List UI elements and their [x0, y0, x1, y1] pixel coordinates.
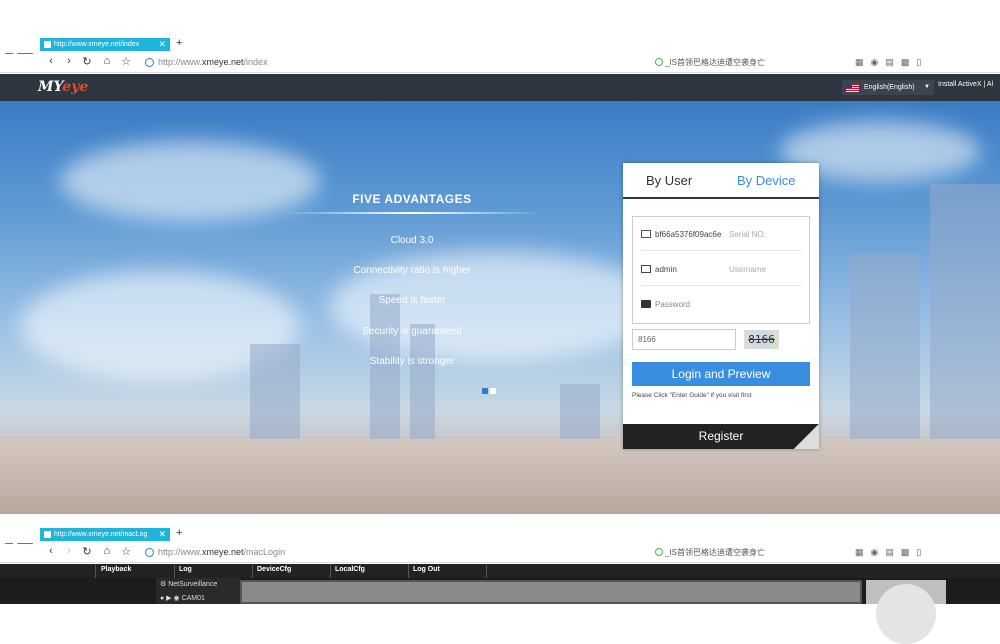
tab-bar: http://www.xmeye.net/macLog ✕ + [0, 526, 1000, 543]
back-icon[interactable]: ‹ [44, 55, 58, 67]
globe-icon [145, 548, 154, 557]
browser-tab[interactable]: http://www.xmeye.net/index ✕ [40, 38, 170, 51]
tab-by-user[interactable]: By User [646, 173, 692, 188]
new-tab-button[interactable]: + [176, 527, 182, 539]
tab-favicon-icon [44, 531, 51, 538]
menu-logout[interactable]: Log Out [413, 566, 440, 573]
carousel-dot-active[interactable] [482, 388, 488, 394]
captcha-image[interactable]: 8166 [744, 330, 779, 349]
username-value: admin [655, 265, 677, 274]
language-select[interactable]: English(English) ▼ [842, 80, 934, 95]
guide-hint: Please Click "Enter Guide" if you visit … [632, 392, 752, 399]
tab-by-device[interactable]: By Device [737, 173, 796, 188]
home-icon[interactable]: ⌂ [100, 545, 114, 557]
grid-icon[interactable]: ▦ [855, 57, 864, 68]
login-fields: bf66a5376f09ac6e Serial NO. admin Userna… [632, 216, 810, 324]
menu-localcfg[interactable]: LocalCfg [335, 566, 365, 573]
password-placeholder: Password [655, 300, 691, 309]
advantages-title: FIVE ADVANTAGES [352, 192, 472, 206]
us-flag-icon [846, 84, 859, 92]
tab-title: http://www.xmeye.net/macLog [54, 531, 148, 538]
title-divider [282, 212, 542, 214]
toolbar-icons: ▦ ◉ ▤ ▩ ▯ [855, 57, 928, 68]
carousel-dot[interactable] [490, 388, 496, 394]
browser-tab[interactable]: http://www.xmeye.net/macLog ✕ [40, 528, 170, 541]
address-bar: ‹ › ↻ ⌂ ☆ http://www.xmeye.net/macLogin … [0, 544, 1000, 563]
refresh-icon[interactable]: ↻ [80, 55, 94, 68]
search-engine-icon [655, 548, 663, 556]
tab-bar: http://www.xmeye.net/index ✕ + [0, 36, 1000, 53]
url-field[interactable]: http://www.xmeye.net/index [158, 57, 268, 67]
extensions-icon[interactable]: ▯ [916, 57, 921, 68]
tab-close-icon[interactable]: ✕ [158, 528, 166, 541]
advantage-item: Cloud 3.0 [390, 235, 434, 246]
folder-icon[interactable]: ▩ [901, 57, 910, 68]
star-icon[interactable]: ☆ [119, 545, 133, 558]
serial-placeholder: Serial NO. [729, 230, 766, 239]
address-bar: ‹ › ↻ ⌂ ☆ http://www.xmeye.net/index _IS… [0, 54, 1000, 73]
new-tab-button[interactable]: + [176, 37, 182, 49]
serial-field[interactable]: bf66a5376f09ac6e Serial NO. [641, 217, 801, 251]
advantage-item: Speed is faster [378, 295, 446, 306]
pdf-icon[interactable]: ▤ [885, 57, 894, 68]
lock-icon [641, 300, 651, 308]
captcha-input[interactable]: 8166 [632, 329, 736, 350]
advantage-item: Security is guaranteed [362, 326, 462, 337]
advantage-item: Connectivity ratio is higher [353, 265, 471, 276]
camera-item[interactable]: ● ▶ ◉ CAM01 [160, 594, 205, 602]
back-icon[interactable]: ‹ [44, 545, 58, 557]
forward-icon[interactable]: › [62, 545, 76, 557]
extensions-icon[interactable]: ▯ [916, 547, 921, 558]
tab-favicon-icon [44, 41, 51, 48]
url-field[interactable]: http://www.xmeye.net/macLogin [158, 547, 285, 557]
tab-title: http://www.xmeye.net/index [54, 41, 140, 48]
star-icon[interactable]: ☆ [119, 55, 133, 68]
shield-icon[interactable]: ◉ [871, 547, 879, 558]
chevron-down-icon: ▼ [924, 84, 930, 90]
qr-code-icon [641, 230, 651, 238]
xmeye-logo[interactable]: MYeye [38, 79, 88, 95]
login-preview-button[interactable]: Login and Preview [632, 362, 810, 386]
tab-close-icon[interactable]: ✕ [158, 38, 166, 51]
tree-root[interactable]: ⚙ NetSurveillance [160, 580, 217, 588]
carousel-dots [482, 381, 498, 399]
home-icon[interactable]: ⌂ [100, 55, 114, 67]
app-menu-bar: Playback Log DeviceCfg LocalCfg Log Out [0, 564, 1000, 578]
refresh-icon[interactable]: ↻ [80, 545, 94, 558]
shield-icon[interactable]: ◉ [871, 57, 879, 68]
serial-value: bf66a5376f09ac6e [655, 230, 722, 239]
monitor-icon [641, 265, 651, 273]
username-field[interactable]: admin Username [641, 252, 801, 286]
grid-icon[interactable]: ▦ [855, 547, 864, 558]
qr-corner-icon[interactable] [794, 424, 819, 449]
language-label: English(English) [864, 84, 915, 91]
globe-icon [145, 58, 154, 67]
menu-playback[interactable]: Playback [101, 566, 131, 573]
search-suggestion[interactable]: _IS首领巴格达迪遭空袭身亡 [655, 547, 765, 558]
hero-banner: FIVE ADVANTAGES Cloud 3.0 Connectivity r… [0, 101, 1000, 514]
menu-log[interactable]: Log [179, 566, 192, 573]
forward-icon[interactable]: › [62, 55, 76, 67]
password-field[interactable]: Password [641, 287, 801, 321]
device-tree: ⚙ NetSurveillance ● ▶ ◉ CAM01 [156, 578, 240, 604]
advantage-item: Stability is stronger [369, 356, 455, 367]
search-engine-icon [655, 58, 663, 66]
menu-devicecfg[interactable]: DeviceCfg [257, 566, 291, 573]
video-pane[interactable] [240, 580, 862, 604]
search-suggestion[interactable]: _IS首领巴格达迪遭空袭身亡 [655, 57, 765, 68]
username-placeholder: Username [729, 265, 766, 274]
site-header: MYeye English(English) ▼ Install ActiveX… [0, 74, 1000, 101]
folder-icon[interactable]: ▩ [901, 547, 910, 558]
login-panel: By User By Device bf66a5376f09ac6e Seria… [623, 163, 819, 449]
pdf-icon[interactable]: ▤ [885, 547, 894, 558]
ptz-control[interactable] [866, 580, 946, 644]
install-activex-link[interactable]: Install ActiveX | Al [938, 81, 993, 88]
toolbar-icons: ▦ ◉ ▤ ▩ ▯ [855, 547, 928, 558]
register-button[interactable]: Register [623, 424, 819, 449]
login-tabs: By User By Device [623, 163, 819, 199]
